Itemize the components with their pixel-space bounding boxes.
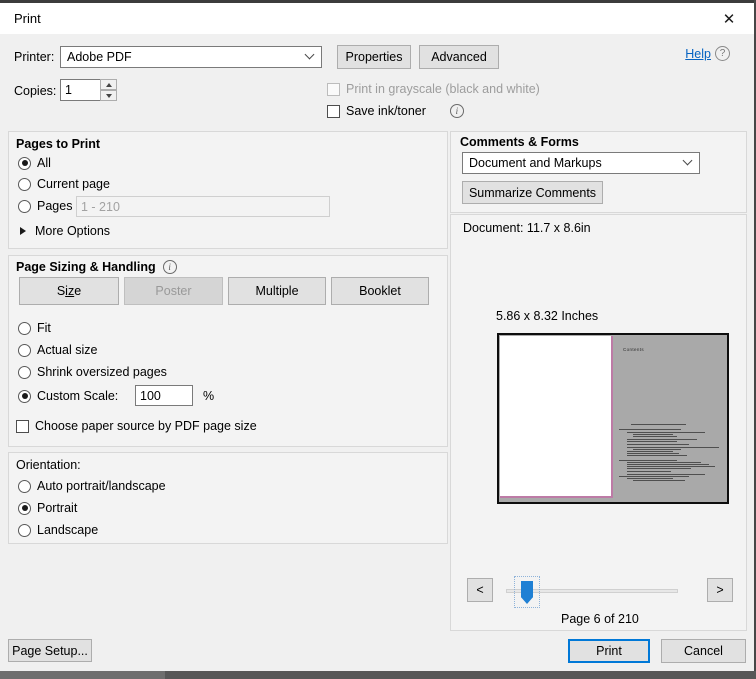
custom-scale-radio[interactable] — [18, 389, 31, 403]
grayscale-checkbox — [327, 82, 340, 96]
custom-scale-input[interactable] — [135, 385, 193, 406]
close-icon: ✕ — [722, 11, 736, 28]
info-icon[interactable]: i — [449, 104, 464, 118]
portrait-label: Portrait — [37, 501, 78, 515]
fit-label: Fit — [37, 321, 51, 335]
pages-radio[interactable] — [18, 199, 31, 213]
landscape-label: Landscape — [37, 523, 99, 537]
chevron-down-icon — [684, 157, 692, 165]
printer-selected-value: Adobe PDF — [67, 50, 132, 64]
next-icon: > — [716, 583, 724, 597]
landscape-radio[interactable] — [18, 523, 31, 537]
help-icon[interactable]: ? — [715, 46, 730, 61]
percent-label: % — [203, 389, 215, 403]
next-page-button[interactable]: > — [707, 578, 733, 602]
pages-option-all[interactable]: All — [18, 156, 51, 170]
paper-source-checkbox[interactable] — [16, 419, 29, 433]
document-size-label: Document: 11.7 x 8.6in — [463, 221, 591, 235]
shrink-label: Shrink oversized pages — [37, 365, 167, 379]
expand-arrow-icon — [20, 227, 26, 235]
preview-page-heading: Contents — [623, 348, 645, 353]
print-button[interactable]: Print — [568, 639, 650, 663]
preview-page-area — [500, 336, 613, 498]
orientation-title: Orientation: — [16, 458, 81, 472]
arrow-up-icon — [105, 82, 112, 87]
save-ink-checkbox[interactable] — [327, 104, 340, 118]
size-label-accel: iz — [65, 284, 75, 298]
comments-forms-selected-value: Document and Markups — [469, 156, 602, 170]
shrink-option[interactable]: Shrink oversized pages — [18, 365, 167, 379]
properties-button[interactable]: Properties — [337, 45, 411, 69]
actual-size-label: Actual size — [37, 343, 98, 357]
page-sizing-header: Page Sizing & Handling i — [16, 260, 177, 274]
paper-source-option[interactable]: Choose paper source by PDF page size — [16, 419, 257, 433]
fit-radio[interactable] — [18, 321, 31, 335]
close-button[interactable]: ✕ — [714, 7, 744, 31]
info-icon[interactable]: i — [162, 260, 177, 274]
copies-decrement-button[interactable] — [100, 90, 117, 101]
page-sizing-title: Page Sizing & Handling — [16, 260, 156, 274]
chevron-down-icon — [306, 51, 314, 59]
help-link[interactable]: Help — [685, 47, 711, 61]
auto-orientation-option[interactable]: Auto portrait/landscape — [18, 479, 166, 493]
custom-scale-option[interactable]: Custom Scale: — [18, 389, 118, 403]
page-setup-button[interactable]: Page Setup... — [8, 639, 92, 662]
multiple-button[interactable]: Multiple — [228, 277, 326, 305]
printer-label: Printer: — [14, 50, 55, 64]
poster-button: Poster — [124, 277, 223, 305]
save-ink-option: Save ink/toner i — [327, 104, 464, 118]
copies-stepper — [100, 79, 117, 101]
grayscale-label: Print in grayscale (black and white) — [346, 82, 540, 96]
size-label-pre: S — [56, 284, 66, 298]
print-dialog: Print ✕ Printer: Adobe PDF Properties Ad… — [0, 0, 756, 679]
pages-range-input[interactable] — [76, 196, 330, 217]
actual-size-radio[interactable] — [18, 343, 31, 357]
previous-icon: < — [476, 583, 484, 597]
preview-toc-lines — [619, 421, 725, 487]
copies-label: Copies: — [14, 84, 57, 98]
more-options-label: More Options — [35, 224, 111, 238]
more-options-toggle[interactable]: More Options — [20, 224, 110, 238]
size-button[interactable]: Siz e — [19, 277, 119, 305]
fit-option[interactable]: Fit — [18, 321, 51, 335]
booklet-button[interactable]: Booklet — [331, 277, 429, 305]
copies-increment-button[interactable] — [100, 79, 117, 90]
auto-orientation-radio[interactable] — [18, 479, 31, 493]
pages-to-print-title: Pages to Print — [16, 137, 101, 151]
size-label-post: e — [74, 284, 82, 298]
current-page-label: Current page — [37, 177, 110, 191]
landscape-option[interactable]: Landscape — [18, 523, 98, 537]
current-page-radio[interactable] — [18, 177, 31, 191]
portrait-radio[interactable] — [18, 501, 31, 515]
all-label: All — [37, 156, 51, 170]
comments-forms-select[interactable]: Document and Markups — [462, 152, 700, 174]
all-radio[interactable] — [18, 156, 31, 170]
actual-size-option[interactable]: Actual size — [18, 343, 97, 357]
pages-label: Pages — [37, 199, 73, 213]
scaled-size-label: 5.86 x 8.32 Inches — [496, 309, 599, 323]
dialog-title: Print — [14, 11, 41, 26]
grayscale-option: Print in grayscale (black and white) — [327, 82, 540, 96]
comments-forms-title: Comments & Forms — [460, 135, 579, 149]
shrink-radio[interactable] — [18, 365, 31, 379]
page-status: Page 6 of 210 — [561, 612, 639, 626]
preview-page-thumbnail: Contents — [497, 333, 729, 504]
pages-option-current[interactable]: Current page — [18, 177, 110, 191]
pages-option-range[interactable]: Pages — [18, 199, 72, 213]
cancel-button[interactable]: Cancel — [661, 639, 746, 663]
copies-input[interactable] — [60, 79, 101, 101]
previous-page-button[interactable]: < — [467, 578, 493, 602]
titlebar: Print ✕ — [0, 3, 754, 34]
arrow-down-icon — [105, 93, 112, 98]
custom-scale-label: Custom Scale: — [37, 389, 119, 403]
save-ink-label: Save ink/toner — [346, 104, 426, 118]
summarize-comments-button[interactable]: Summarize Comments — [462, 181, 603, 204]
printer-select[interactable]: Adobe PDF — [60, 46, 322, 68]
auto-orientation-label: Auto portrait/landscape — [37, 479, 166, 493]
background-window-bottom-edge-light — [0, 671, 165, 679]
portrait-option[interactable]: Portrait — [18, 501, 77, 515]
paper-source-label: Choose paper source by PDF page size — [35, 419, 257, 433]
advanced-button[interactable]: Advanced — [419, 45, 499, 69]
preview-panel: Document: 11.7 x 8.6in 5.86 x 8.32 Inche… — [450, 214, 747, 631]
